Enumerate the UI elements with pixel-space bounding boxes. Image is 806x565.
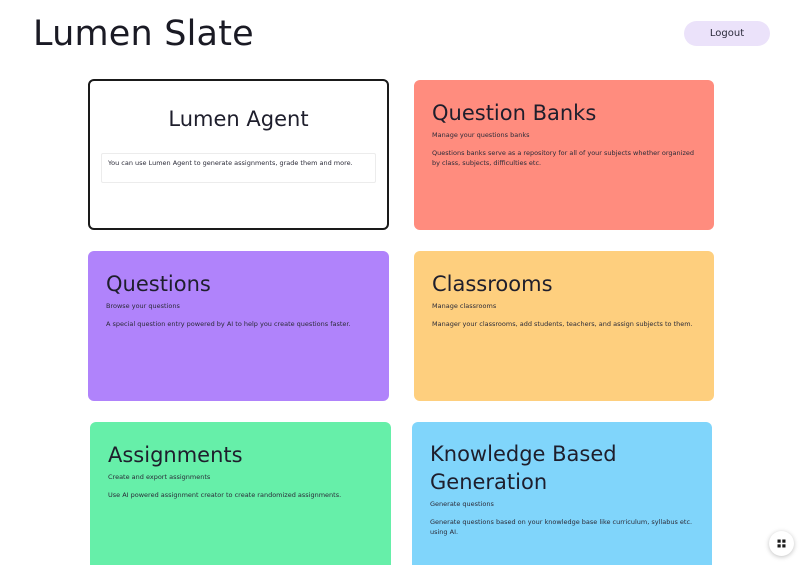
grid-icon	[777, 539, 786, 548]
app-title: Lumen Slate	[33, 14, 254, 54]
floating-action-button[interactable]	[769, 531, 794, 556]
card-title: Classrooms	[432, 272, 553, 296]
card-description: You can use Lumen Agent to generate assi…	[101, 153, 376, 183]
card-description: Manager your classrooms, add students, t…	[432, 320, 693, 328]
card-questions[interactable]: Questions Browse your questions A specia…	[88, 251, 389, 401]
card-assignments[interactable]: Assignments Create and export assignment…	[90, 422, 391, 565]
card-description: Generate questions based on your knowled…	[430, 518, 693, 536]
card-lumen-agent[interactable]: Lumen Agent You can use Lumen Agent to g…	[88, 79, 389, 230]
card-title: Lumen Agent	[168, 107, 309, 131]
card-title: Questions	[106, 272, 211, 296]
card-subtitle: Browse your questions	[106, 302, 180, 310]
card-title: Assignments	[108, 443, 243, 467]
card-description: A special question entry powered by AI t…	[106, 320, 351, 328]
card-subtitle: Manage your questions banks	[432, 131, 530, 139]
card-question-banks[interactable]: Question Banks Manage your questions ban…	[414, 80, 714, 230]
card-title: Question Banks	[432, 101, 597, 125]
card-title: Knowledge Based Generation	[430, 442, 617, 494]
card-knowledge-based-generation[interactable]: Knowledge Based Generation Generate ques…	[412, 422, 712, 565]
card-subtitle: Generate questions	[430, 500, 494, 508]
logout-button[interactable]: Logout	[684, 21, 770, 46]
card-description: Use AI powered assignment creator to cre…	[108, 491, 342, 499]
card-description: Questions banks serve as a repository fo…	[432, 149, 694, 167]
card-subtitle: Create and export assignments	[108, 473, 211, 481]
card-subtitle: Manage classrooms	[432, 302, 497, 310]
card-classrooms[interactable]: Classrooms Manage classrooms Manager you…	[414, 251, 714, 401]
dashboard-page: Lumen Slate Logout Lumen Agent You can u…	[0, 0, 806, 565]
